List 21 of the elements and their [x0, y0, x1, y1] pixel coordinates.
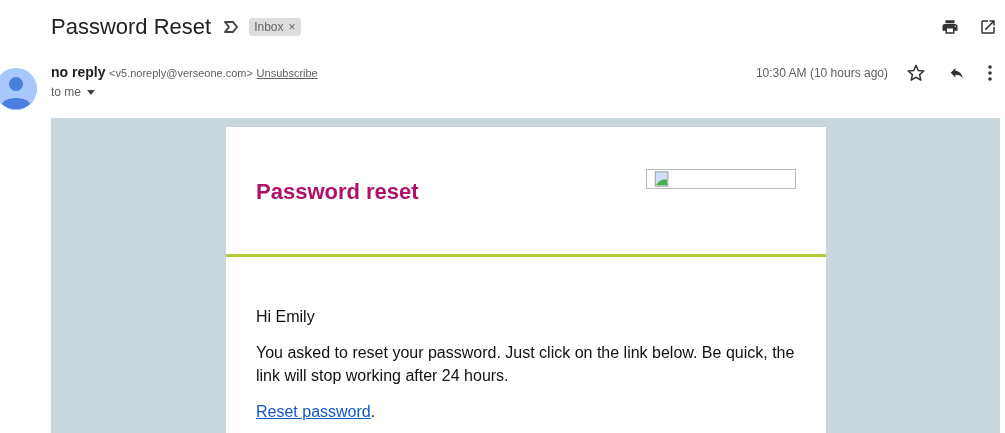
- reset-link-line: Reset password.: [256, 402, 377, 422]
- importance-icon[interactable]: [223, 20, 240, 34]
- email-subject: Password Reset: [51, 14, 212, 40]
- unsubscribe-link[interactable]: Unsubscribe: [256, 67, 318, 79]
- message-text: You asked to reset your password. Just click on the link below. Be quick, the link will stop working after 24 hours.: [256, 343, 796, 386]
- broken-image-icon: [646, 169, 796, 189]
- email-heading: Password reset: [256, 179, 419, 206]
- email-time: 10:30 AM (10 hours ago): [755, 66, 888, 80]
- dropdown-icon[interactable]: [87, 89, 95, 95]
- reset-password-link[interactable]: Reset password: [256, 403, 371, 420]
- remove-label-button[interactable]: ×: [288, 20, 296, 34]
- print-icon[interactable]: [941, 18, 959, 36]
- avatar-icon: [0, 68, 37, 110]
- open-in-new-icon[interactable]: [979, 18, 997, 36]
- greeting-text: Hi Emily: [256, 307, 316, 327]
- sender-address: <v5.noreply@verseone.com>: [109, 67, 253, 79]
- sender-name: no reply: [51, 64, 106, 80]
- star-icon[interactable]: [906, 63, 926, 83]
- more-options-icon[interactable]: [988, 65, 992, 81]
- recipient-label[interactable]: to me: [51, 85, 81, 99]
- inbox-label[interactable]: Inbox ×: [249, 18, 301, 36]
